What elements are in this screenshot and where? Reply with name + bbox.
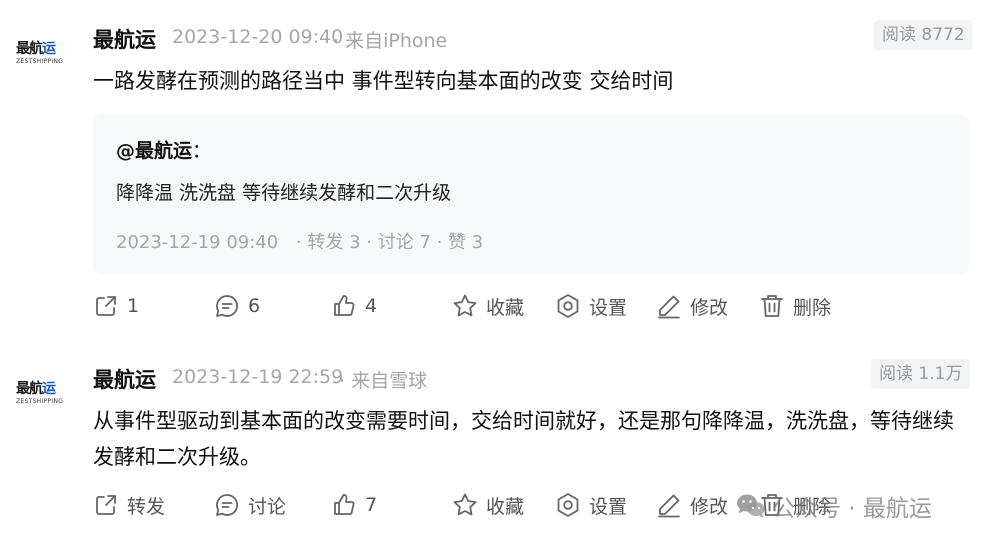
settings-label: 设置 xyxy=(589,495,628,518)
edit-button[interactable]: 修改 xyxy=(656,485,728,525)
post-source: · 来自雪球 xyxy=(339,370,428,392)
favorite-label: 收藏 xyxy=(486,495,525,518)
quoted-author-link[interactable]: @最航运 xyxy=(116,140,192,162)
gear-icon xyxy=(557,294,579,318)
wechat-icon xyxy=(737,494,765,518)
quoted-post[interactable]: @最航运： 降降温 洗洗盘 等待继续发酵和二次升级 2023-12-19 09:… xyxy=(93,114,969,274)
logo-text-accent: 运 xyxy=(42,41,56,57)
delete-button[interactable]: 删除 xyxy=(759,286,831,326)
read-count-badge: 阅读 1.1万 xyxy=(871,359,971,389)
pencil-icon xyxy=(658,494,680,518)
thumbs-up-icon xyxy=(334,295,355,316)
post-time[interactable]: 2023-12-19 22:59 xyxy=(172,366,343,388)
action-bar: 1 6 4 收藏 设置 修改 删除 xyxy=(93,286,973,326)
comment-icon xyxy=(216,494,239,516)
favorite-button[interactable]: 收藏 xyxy=(452,485,524,525)
trash-icon xyxy=(761,295,783,317)
edit-label: 修改 xyxy=(690,296,729,319)
logo-subtitle: ZESTSHIPPING xyxy=(16,398,64,405)
quoted-stats: · 转发 3 · 讨论 7 · 赞 3 xyxy=(295,232,484,253)
like-count: 7 xyxy=(365,494,378,516)
like-count: 4 xyxy=(365,295,378,317)
avatar[interactable]: 最航运 ZESTSHIPPING xyxy=(16,40,64,72)
logo-text-accent: 运 xyxy=(42,381,56,397)
post-card: 最航运 ZESTSHIPPING 最航运 2023-12-20 09:40 · … xyxy=(0,0,999,340)
settings-button[interactable]: 设置 xyxy=(555,286,627,326)
pencil-icon xyxy=(658,295,680,319)
quoted-author-colon: ： xyxy=(192,140,212,162)
settings-button[interactable]: 设置 xyxy=(555,485,627,525)
settings-label: 设置 xyxy=(589,296,628,319)
share-label: 转发 xyxy=(127,495,166,518)
watermark-text: 公众号 · 最航运 xyxy=(772,496,932,522)
quoted-author[interactable]: @最航运： xyxy=(116,136,211,163)
comment-icon xyxy=(216,295,239,317)
like-button[interactable]: 7 xyxy=(331,485,377,525)
thumbs-up-icon xyxy=(334,494,355,515)
share-icon xyxy=(96,296,116,316)
favorite-button[interactable]: 收藏 xyxy=(452,286,524,326)
like-button[interactable]: 4 xyxy=(331,286,377,326)
comment-label: 讨论 xyxy=(248,495,287,518)
share-button[interactable]: 1 xyxy=(93,286,139,326)
quoted-content: 降降温 洗洗盘 等待继续发酵和二次升级 xyxy=(116,182,452,204)
logo-subtitle: ZESTSHIPPING xyxy=(16,58,64,65)
edit-button[interactable]: 修改 xyxy=(656,286,728,326)
star-icon xyxy=(453,493,477,516)
post-source: · 来自iPhone xyxy=(333,30,448,52)
post-time[interactable]: 2023-12-20 09:40 xyxy=(172,26,343,48)
comment-button[interactable]: 6 xyxy=(214,286,260,326)
gear-icon xyxy=(557,493,579,517)
share-count: 1 xyxy=(127,295,140,317)
comment-button[interactable]: 讨论 xyxy=(214,485,286,525)
share-icon xyxy=(96,495,116,515)
comment-count: 6 xyxy=(248,295,261,317)
edit-label: 修改 xyxy=(690,495,729,518)
quoted-meta: 2023-12-19 09:40 · 转发 3 · 讨论 7 · 赞 3 xyxy=(116,228,483,254)
star-icon xyxy=(453,294,477,317)
post-content: 一路发酵在预测的路径当中 事件型转向基本面的改变 交给时间 xyxy=(93,69,674,93)
delete-label: 删除 xyxy=(793,296,832,319)
post-content: 从事件型驱动到基本面的改变需要时间，交给时间就好，还是那句降降温，洗洗盘，等待继… xyxy=(93,409,954,469)
avatar[interactable]: 最航运 ZESTSHIPPING xyxy=(16,380,64,412)
logo-text: 最航 xyxy=(16,41,43,57)
author-name[interactable]: 最航运 xyxy=(93,364,156,394)
favorite-label: 收藏 xyxy=(486,296,525,319)
wechat-watermark: 公众号 · 最航运 xyxy=(736,488,932,524)
share-button[interactable]: 转发 xyxy=(93,485,165,525)
logo-text: 最航 xyxy=(16,381,43,397)
read-count-badge: 阅读 8772 xyxy=(874,20,973,50)
quoted-time: 2023-12-19 09:40 xyxy=(116,232,279,253)
author-name[interactable]: 最航运 xyxy=(93,24,156,54)
